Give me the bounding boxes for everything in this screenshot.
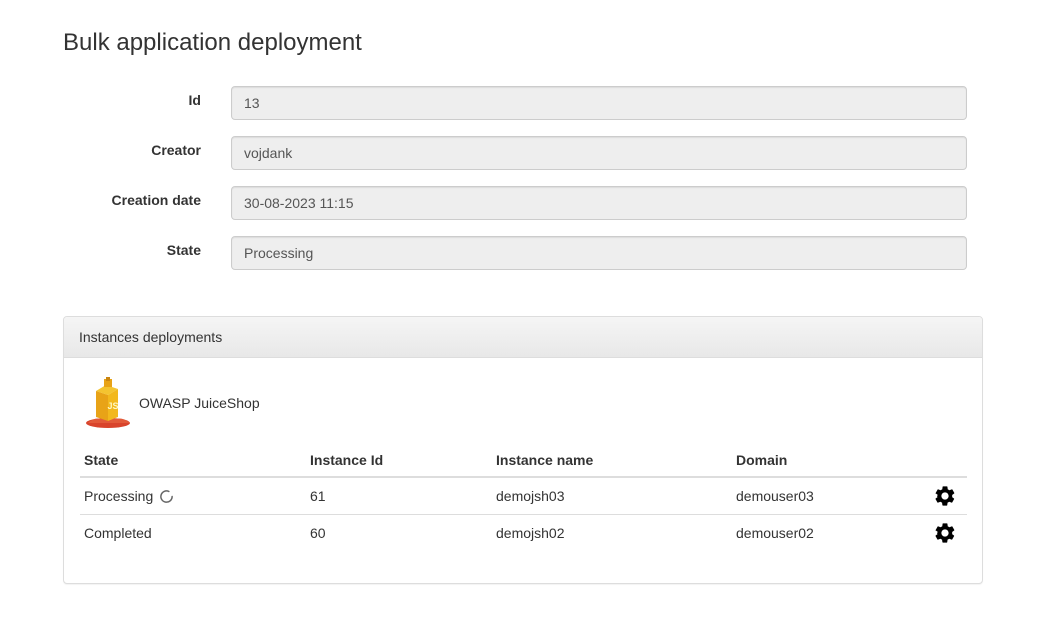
row-domain: demouser03 (732, 477, 920, 515)
row-actions (920, 515, 967, 552)
form-row-state: State (63, 236, 967, 270)
panel-heading: Instances deployments (64, 317, 982, 358)
column-header-instance-id: Instance Id (306, 447, 492, 478)
creator-label: Creator (151, 142, 201, 158)
form-row-creation-date: Creation date (63, 186, 967, 220)
row-instance-id: 60 (310, 525, 326, 541)
gear-icon[interactable] (933, 484, 957, 508)
row-state: Processing (84, 488, 154, 504)
table-header-row: State Instance Id Instance name Domain (80, 447, 967, 478)
state-label: State (166, 242, 201, 258)
row-instance-name: demojsh02 (496, 525, 565, 541)
form-row-creator: Creator (63, 136, 967, 170)
form-row-id: Id (63, 86, 967, 120)
instances-panel: Instances deployments JS OWASP JuiceShop (63, 316, 983, 584)
id-label: Id (188, 92, 201, 108)
state-field[interactable] (231, 236, 967, 270)
column-header-actions (920, 447, 967, 478)
creator-field[interactable] (231, 136, 967, 170)
juiceshop-logo-icon: JS (84, 377, 136, 429)
instances-table: State Instance Id Instance name Domain P… (80, 447, 967, 551)
creation-date-label: Creation date (111, 192, 201, 208)
creation-date-field[interactable] (231, 186, 967, 220)
table-row: Completed 60 demojsh02 demouser02 (80, 515, 967, 552)
row-state: Completed (84, 525, 152, 541)
row-state-cell: Processing (80, 477, 306, 515)
spinner-icon (159, 489, 174, 504)
row-instance-id: 61 (306, 477, 492, 515)
column-header-state: State (80, 447, 306, 478)
row-domain: demouser02 (736, 525, 814, 541)
table-row: Processing 61 demojsh03 demouser03 (80, 477, 967, 515)
column-header-instance-name: Instance name (492, 447, 732, 478)
column-header-domain: Domain (732, 447, 920, 478)
application-name: OWASP JuiceShop (139, 395, 260, 411)
row-instance-name: demojsh03 (492, 477, 732, 515)
id-field[interactable] (231, 86, 967, 120)
gear-icon[interactable] (933, 521, 957, 545)
row-actions (920, 477, 967, 515)
page-title: Bulk application deployment (63, 29, 362, 56)
page: Bulk application deployment Id Creator C… (0, 0, 1056, 618)
svg-text:JS: JS (107, 401, 118, 411)
